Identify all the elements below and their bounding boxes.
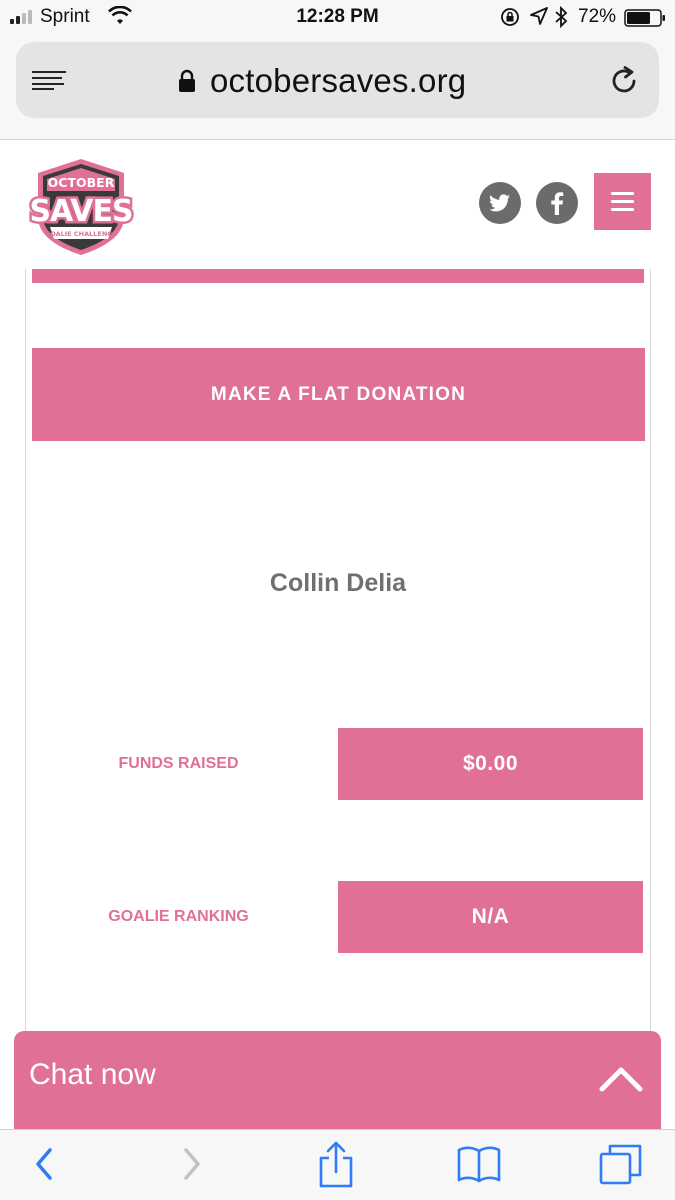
funds-raised-value: $0.00: [338, 728, 643, 800]
funds-raised-label: FUNDS RAISED: [118, 755, 239, 772]
battery-percent: 72%: [578, 6, 617, 27]
reader-mode-icon[interactable]: [32, 70, 66, 90]
bookmarks-icon[interactable]: [456, 1144, 502, 1184]
share-icon[interactable]: [316, 1140, 356, 1188]
svg-text:OCTOBER: OCTOBER: [48, 175, 115, 190]
pink-divider-strip: [32, 269, 644, 283]
tabs-icon[interactable]: [598, 1142, 644, 1188]
goalie-ranking-value: N/A: [338, 881, 643, 953]
chat-widget[interactable]: Chat now: [14, 1031, 661, 1141]
forward-icon[interactable]: [178, 1144, 206, 1184]
facebook-button[interactable]: [536, 182, 578, 224]
clock: 12:28 PM: [296, 6, 379, 27]
address-bar[interactable]: octobersaves.org: [16, 42, 659, 118]
reload-icon[interactable]: [610, 66, 640, 96]
svg-text:SAVES: SAVES: [29, 194, 132, 229]
svg-text:GOALIE CHALLENGE: GOALIE CHALLENGE: [45, 230, 117, 238]
chevron-up-icon[interactable]: [598, 1063, 644, 1093]
browser-toolbar: [0, 1129, 675, 1200]
battery-icon: [624, 9, 665, 27]
twitter-icon: [489, 194, 510, 212]
site-header: OCTOBER SAVES GOALIE CHALLENGE: [0, 141, 675, 269]
make-flat-donation-button[interactable]: MAKE A FLAT DONATION: [32, 348, 645, 441]
url-text[interactable]: octobersaves.org: [210, 62, 466, 100]
padlock-icon: [179, 69, 195, 92]
october-saves-logo[interactable]: OCTOBER SAVES GOALIE CHALLENGE: [20, 155, 142, 259]
rotation-lock-icon: [501, 8, 519, 26]
goalie-ranking-label: GOALIE RANKING: [108, 908, 249, 925]
menu-button[interactable]: [594, 173, 651, 230]
browser-address-area: octobersaves.org: [0, 36, 675, 140]
location-icon: [530, 7, 548, 25]
goalie-card: MAKE A FLAT DONATION Collin Delia FUNDS …: [25, 269, 651, 1139]
facebook-icon: [551, 192, 564, 215]
chat-now-label: Chat now: [29, 1058, 156, 1091]
status-bar: Sprint 12:28 PM 72%: [0, 0, 675, 36]
back-icon[interactable]: [30, 1144, 58, 1184]
bluetooth-icon: [555, 6, 568, 28]
twitter-button[interactable]: [479, 182, 521, 224]
goalie-name: Collin Delia: [269, 569, 407, 597]
